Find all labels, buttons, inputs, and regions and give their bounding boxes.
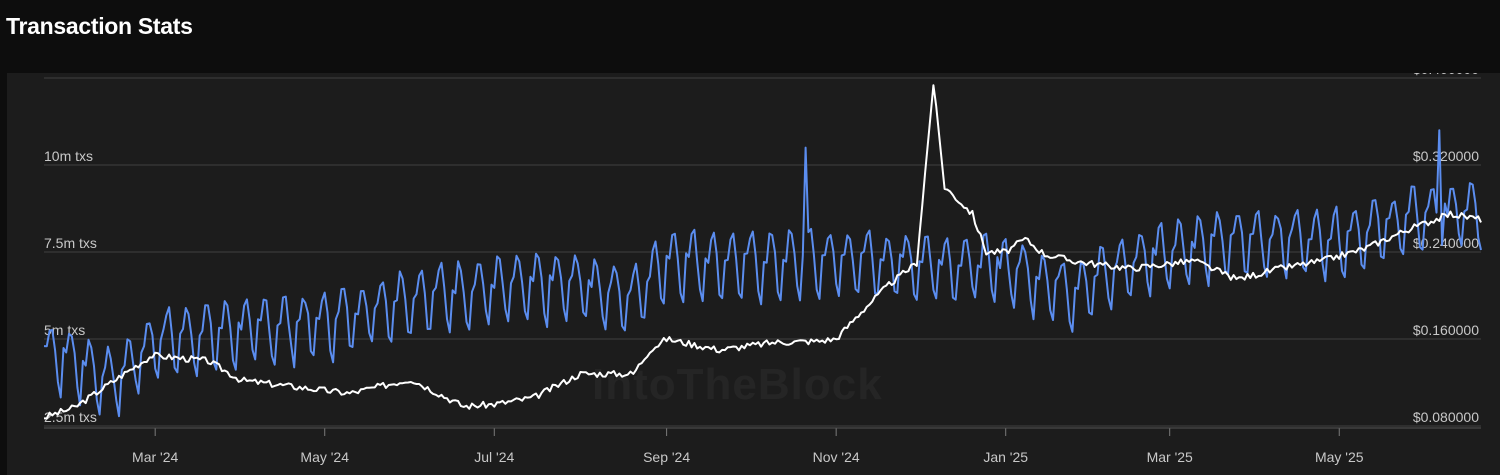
transaction-stats-chart: 2.5m txs5m txs7.5m txs10m txs$0.080000$0… (43, 73, 1482, 465)
x-tick-label: Jul '24 (474, 449, 514, 465)
y-left-tick-label: 7.5m txs (44, 235, 97, 251)
header-bar: Transaction Stats (0, 0, 1500, 73)
page-title: Transaction Stats (6, 13, 193, 39)
y-right-tick-label: $0.320000 (1413, 148, 1479, 164)
x-tick-label: May '24 (300, 449, 349, 465)
x-tick-label: Jan '25 (983, 449, 1028, 465)
y-left-tick-label: 2.5m txs (44, 409, 97, 425)
chart-panel: IntoTheBlock 2.5m txs5m txs7.5m txs10m t… (7, 73, 1500, 475)
x-tick-label: Mar '24 (132, 449, 178, 465)
y-left-tick-label: 10m txs (44, 148, 93, 164)
series-transactions-line (43, 129, 1482, 418)
x-tick-label: May '25 (1315, 449, 1364, 465)
y-right-tick-label: $0.080000 (1413, 409, 1479, 425)
x-tick-label: Nov '24 (813, 449, 860, 465)
x-tick-label: Sep '24 (643, 449, 690, 465)
y-right-tick-label: $0.400000 (1413, 73, 1479, 77)
x-tick-label: Mar '25 (1147, 449, 1193, 465)
y-right-tick-label: $0.160000 (1413, 322, 1479, 338)
